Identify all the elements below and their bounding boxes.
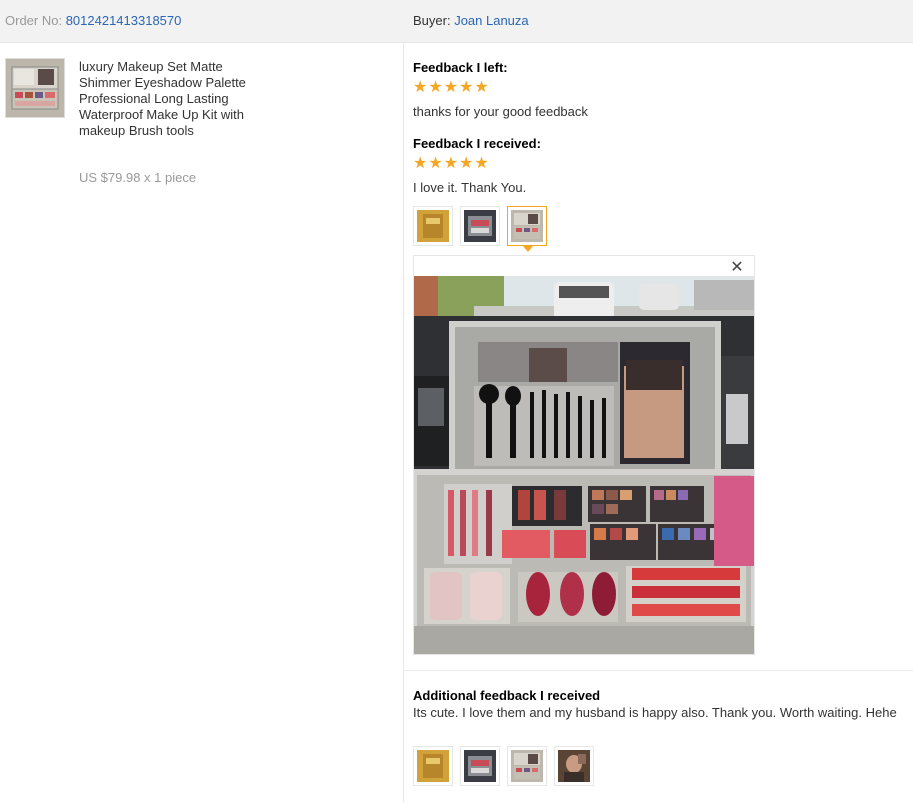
order-number-link[interactable]: 8012421413318570 [66, 13, 182, 28]
received-photo-thumb-3[interactable] [507, 206, 547, 246]
section-divider [403, 670, 913, 671]
received-photo-thumb-1[interactable] [413, 206, 453, 246]
enlarged-photo [414, 276, 754, 654]
feedback-received-text: I love it. Thank You. [413, 180, 527, 195]
column-divider [403, 43, 404, 802]
active-thumb-pointer [523, 246, 533, 252]
order-number-label: Order No: [5, 13, 66, 28]
additional-feedback-heading: Additional feedback I received [413, 688, 601, 703]
additional-feedback-text: Its cute. I love them and my husband is … [413, 705, 897, 720]
buyer-name-link[interactable]: Joan Lanuza [454, 13, 528, 28]
buyer-label: Buyer: [413, 13, 455, 28]
feedback-left-heading: Feedback I left: [413, 60, 508, 75]
feedback-left-stars: ★★★★★ [413, 79, 490, 96]
feedback-left-text: thanks for your good feedback [413, 104, 588, 119]
order-number-group: Order No: 8012421413318570 [5, 0, 181, 42]
additional-photo-thumb-2[interactable] [460, 746, 500, 786]
product-thumbnail[interactable] [5, 58, 65, 118]
additional-photo-thumb-4[interactable] [554, 746, 594, 786]
order-header: Order No: 8012421413318570 Buyer: Joan L… [0, 0, 913, 43]
product-price: US $79.98 x 1 piece [79, 170, 197, 185]
buyer-group: Buyer: Joan Lanuza [413, 0, 529, 42]
received-photo-thumb-2[interactable] [460, 206, 500, 246]
feedback-received-heading: Feedback I received: [413, 136, 541, 151]
additional-photo-thumb-1[interactable] [413, 746, 453, 786]
product-title-link[interactable]: luxury Makeup Set Matte Shimmer Eyeshado… [79, 59, 249, 139]
close-icon[interactable]: ✕ [729, 258, 745, 278]
additional-photo-thumb-3[interactable] [507, 746, 547, 786]
feedback-received-stars: ★★★★★ [413, 155, 490, 172]
